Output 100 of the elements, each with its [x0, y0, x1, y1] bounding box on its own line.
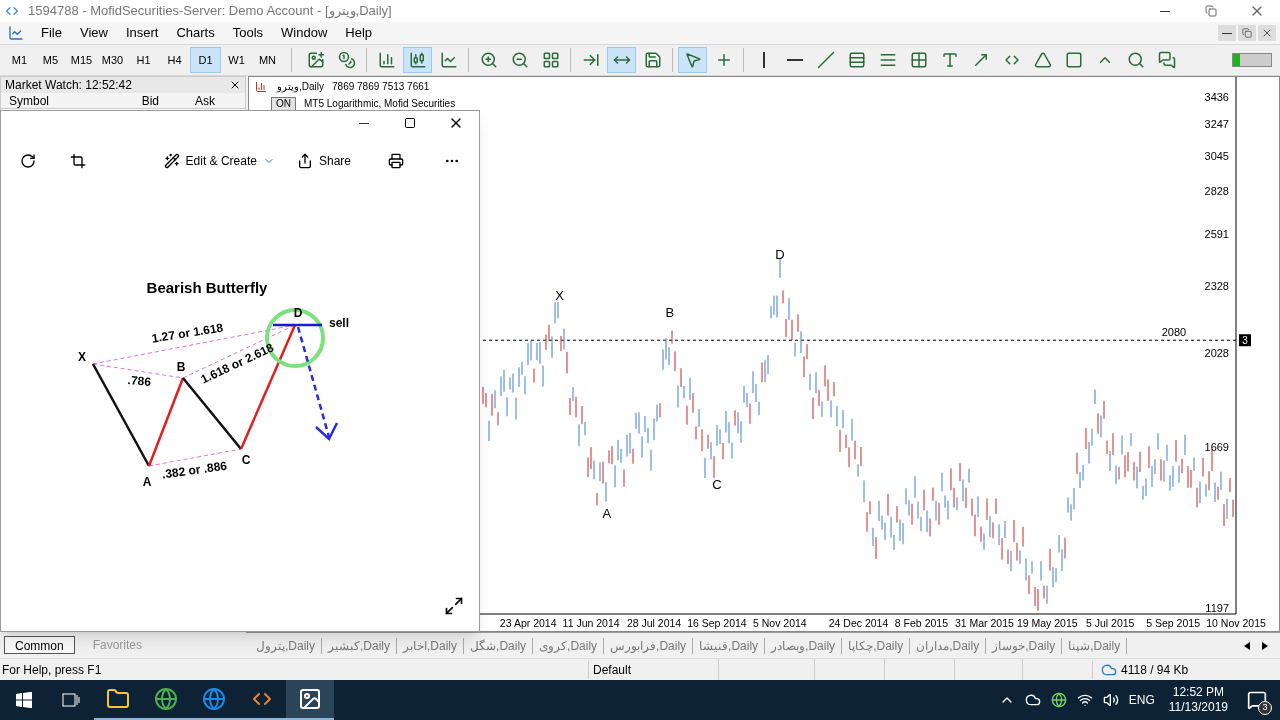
close-icon	[1261, 27, 1273, 39]
column-header[interactable]: Ask	[167, 91, 223, 110]
close-icon	[229, 79, 241, 91]
point-label: A	[142, 475, 152, 489]
timeframe-button[interactable]: H1	[128, 47, 159, 73]
timeframe-button[interactable]: M5	[35, 47, 66, 73]
action-button[interactable]: Edit & Create	[163, 152, 275, 170]
scroll-right-icon[interactable]	[1262, 641, 1268, 650]
column-header[interactable]: Symbol	[1, 91, 111, 110]
level-lines-icon	[878, 51, 897, 69]
grid-icon	[541, 51, 560, 69]
toolbar-button[interactable]	[403, 47, 432, 73]
expand-icon	[444, 596, 464, 616]
volume-icon[interactable]	[1102, 692, 1119, 708]
wave-label: X	[555, 288, 564, 303]
price-level-label: 2080	[1161, 326, 1187, 339]
pointer-icon	[683, 51, 702, 69]
timeframe-button[interactable]: H4	[159, 47, 190, 73]
date-label: 24 Dec 2014	[828, 617, 889, 629]
candlestick-icon	[408, 51, 427, 69]
start-icon[interactable]	[16, 692, 32, 708]
chart-tab[interactable]: قنیشا,Daily	[693, 637, 766, 654]
chart-tab[interactable]: وبصادر,Daily	[765, 637, 843, 654]
clock-time[interactable]: 12:52 PM	[1172, 685, 1225, 700]
price-label: 3436	[1204, 91, 1229, 103]
chart-tab[interactable]: شپنا,Daily	[1062, 637, 1128, 654]
date-label: 11 Jun 2014	[562, 617, 620, 629]
date-label: 10 Nov 2015	[1206, 617, 1266, 629]
restore-icon	[1242, 28, 1252, 38]
rectangle-icon	[1064, 51, 1083, 69]
point-label: B	[176, 360, 186, 374]
wifi-icon[interactable]	[1076, 692, 1093, 708]
date-label: 19 May 2015	[1016, 617, 1078, 629]
menu-item[interactable]: View	[70, 23, 117, 43]
ratio-label: .786	[127, 373, 152, 389]
diagram-title: Bearish Butterfly	[146, 279, 268, 296]
menu-item[interactable]: Insert	[116, 23, 168, 43]
timeframe-button[interactable]: D1	[190, 47, 221, 73]
menu-item[interactable]: File	[32, 23, 71, 43]
chart-tab[interactable]: فرابورس,Daily	[604, 637, 694, 654]
mdi-minimize-button[interactable]	[1218, 25, 1236, 41]
date-label: 28 Jul 2014	[626, 617, 682, 629]
timeframe-button[interactable]: W1	[221, 47, 252, 73]
globe-icon[interactable]	[1050, 692, 1067, 708]
timeframe-button[interactable]: MN	[252, 47, 283, 73]
panel-tab[interactable]: Common	[4, 636, 75, 654]
sell-level-line	[273, 323, 322, 327]
image-plus-icon	[306, 51, 325, 69]
wave-label: B	[665, 305, 675, 321]
language-indicator[interactable]: ENG	[1128, 691, 1155, 709]
date-label: 5 Nov 2014	[753, 617, 807, 629]
chart-tab[interactable]: اخابر,Daily	[397, 637, 465, 654]
globe-icon	[202, 687, 226, 711]
action-button[interactable]: Share	[296, 152, 351, 170]
maximize-icon	[404, 117, 416, 129]
timeframe-button[interactable]: M1	[4, 47, 35, 73]
taskbar-app[interactable]	[286, 680, 334, 720]
point-label: D	[293, 306, 303, 320]
menu-item[interactable]: Window	[272, 23, 337, 43]
point-label: C	[241, 453, 251, 467]
chart-tab[interactable]: مداران,Daily	[910, 637, 987, 654]
chart-tab[interactable]: کبشیر,Daily	[322, 637, 398, 654]
arrow-to-line-icon	[581, 51, 600, 69]
wave-label: D	[775, 246, 785, 262]
point-label: X	[78, 350, 86, 364]
menu-item[interactable]: Help	[336, 23, 382, 43]
minimize-icon	[1222, 32, 1232, 34]
price-label: 2328	[1204, 279, 1229, 292]
on-button[interactable]: ON	[271, 96, 296, 111]
status-text: 4118 / 94 Kb	[1121, 661, 1189, 679]
chart-tab[interactable]: چکاپا,Daily	[842, 637, 911, 654]
timeframe-button[interactable]: M30	[97, 47, 128, 73]
vertical-line-icon	[762, 52, 765, 68]
cloud-icon[interactable]	[1024, 692, 1041, 708]
text-icon	[940, 51, 959, 69]
share-icon	[296, 153, 313, 169]
menu-item[interactable]: Tools	[223, 23, 273, 43]
chart-tab[interactable]: پترول,Daily	[250, 637, 322, 654]
save-icon	[643, 51, 662, 69]
fan-icon	[909, 51, 928, 69]
chart-tab[interactable]: خوساز,Daily	[986, 637, 1063, 654]
price-label: 2591	[1204, 227, 1229, 240]
menu-item[interactable]: Charts	[167, 23, 224, 43]
timeframe-button[interactable]: M15	[66, 47, 97, 73]
chart-tab[interactable]: شگل,Daily	[464, 637, 534, 654]
column-header[interactable]: Bid	[111, 91, 167, 110]
chart-tab[interactable]: کروی,Daily	[533, 637, 605, 654]
minimize-icon	[1160, 10, 1170, 12]
wave-label: C	[712, 477, 722, 493]
scroll-left-icon[interactable]	[1244, 641, 1250, 650]
toolbar-button[interactable]	[678, 47, 707, 73]
clock-date[interactable]: 11/13/2019	[1168, 700, 1228, 715]
fullscreen-button[interactable]	[443, 595, 465, 617]
price-badge-label: 3	[1242, 335, 1248, 347]
date-label: 5 Jul 2015	[1085, 617, 1135, 629]
task-view-icon[interactable]	[62, 693, 80, 707]
ratio-label: .382 or .886	[161, 458, 228, 482]
price-label: 2828	[1204, 185, 1229, 198]
date-label: 8 Feb 2015	[894, 617, 948, 629]
mdi-close-button[interactable]	[1258, 25, 1276, 41]
